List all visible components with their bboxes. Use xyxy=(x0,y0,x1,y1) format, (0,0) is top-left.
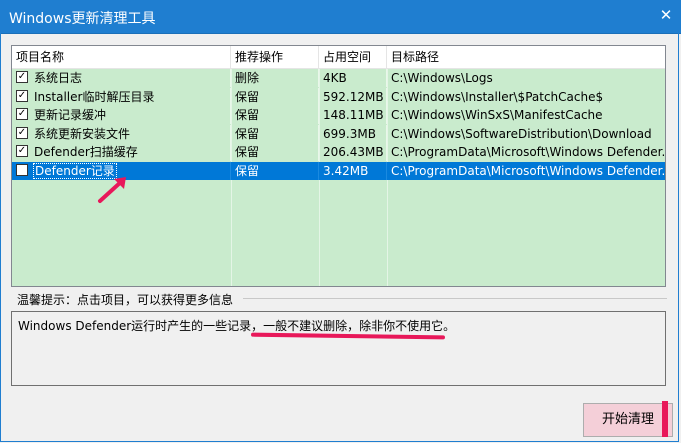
item-action: 保留 xyxy=(231,143,319,161)
item-action: 保留 xyxy=(231,124,319,143)
item-path: C:\ProgramData\Microsoft\Windows Defende… xyxy=(391,163,665,178)
list-item[interactable]: ✓ Defender扫描缓存 保留 206.43MB C:\ProgramData\Mi… xyxy=(12,143,665,161)
item-path: C:\Windows\Installer\$PatchCache$ xyxy=(391,89,604,104)
item-name: 更新记录缓冲 xyxy=(12,106,231,124)
item-action: 删除 xyxy=(231,69,319,87)
column-header-action[interactable]: 推荐操作 xyxy=(231,46,319,68)
description-box: Windows Defender运行时产生的一些记录，一般不建议删除，除非你不使… xyxy=(11,311,666,386)
list-item[interactable]: ✓ 系统日志 删除 4KB C:\Windows\Logs xyxy=(12,69,665,87)
item-name: 系统日志 xyxy=(12,69,231,87)
item-size: 3.42MB xyxy=(319,161,387,180)
item-name: 系统更新安装文件 xyxy=(12,124,231,143)
item-size: 592.12MB xyxy=(319,87,387,106)
item-path: C:\Windows\Logs xyxy=(391,71,493,85)
annotation-arrow-icon xyxy=(98,177,126,203)
close-icon[interactable]: ✕ xyxy=(651,0,681,33)
item-size: 148.11MB xyxy=(319,106,387,124)
item-path: C:\Windows\WinSxS\ManifestCache xyxy=(391,108,603,122)
annotation-bar xyxy=(662,401,668,437)
item-action: 保留 xyxy=(231,161,319,180)
window-title: Windows更新清理工具 xyxy=(9,11,156,27)
item-action: 保留 xyxy=(231,87,319,106)
item-action: 保留 xyxy=(231,106,319,124)
item-name: Installer临时解压目录 xyxy=(12,87,231,106)
list-header: 项目名称 推荐操作 占用空间 目标路径 xyxy=(12,46,665,69)
description-text: Windows Defender运行时产生的一些记录，一般不建议删除，除非你不使… xyxy=(18,319,456,333)
item-path: C:\ProgramData\Microsoft\Windows Defende… xyxy=(391,145,665,159)
item-size: 699.3MB xyxy=(319,124,387,143)
cleanup-item-list[interactable]: 项目名称 推荐操作 占用空间 目标路径 ✓ 系统日志 删除 4KB C:\Windows… xyxy=(11,45,666,287)
item-size: 206.43MB xyxy=(319,143,387,161)
hint-divider xyxy=(243,298,667,299)
column-header-path[interactable]: 目标路径 xyxy=(387,46,665,68)
list-item[interactable]: ✓ 系统更新安装文件 保留 699.3MB C:\Windows\SoftwareDis… xyxy=(12,124,665,143)
list-item[interactable]: ✓ 更新记录缓冲 保留 148.11MB C:\Windows\WinSxS\Manif… xyxy=(12,106,665,124)
item-path: C:\Windows\SoftwareDistribution\Download xyxy=(391,126,652,141)
item-name: Defender扫描缓存 xyxy=(12,143,231,161)
item-size: 4KB xyxy=(319,69,387,87)
column-header-name[interactable]: 项目名称 xyxy=(12,46,231,68)
title-bar: Windows更新清理工具 ✕ xyxy=(0,0,681,34)
hint-label: 温馨提示：点击项目，可以获得更多信息 xyxy=(17,293,234,307)
list-item[interactable]: ✓ Installer临时解压目录 保留 592.12MB C:\Windows\Ins… xyxy=(12,87,665,106)
column-header-size[interactable]: 占用空间 xyxy=(319,46,387,68)
start-cleanup-button[interactable]: 开始清理 xyxy=(583,403,673,437)
